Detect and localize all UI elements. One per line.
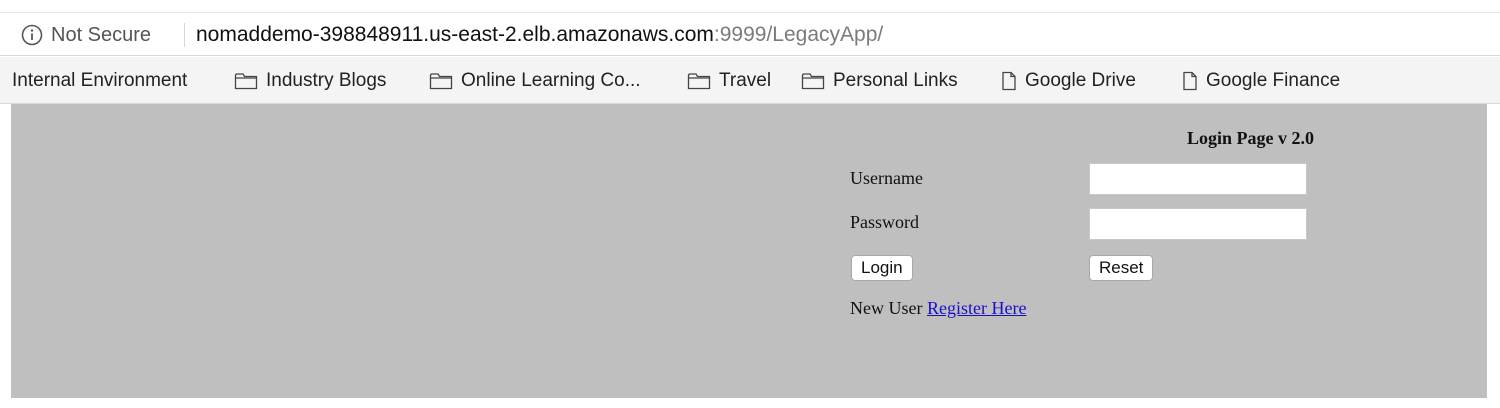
folder-icon — [801, 72, 825, 89]
security-label: Not Secure — [51, 23, 152, 46]
password-input[interactable] — [1089, 208, 1307, 240]
bookmark-label: Online Learning Co... — [461, 69, 641, 91]
bookmark-online-learning[interactable]: Online Learning Co... — [429, 57, 641, 104]
url-field[interactable]: nomaddemo-398848911.us-east-2.elb.amazon… — [196, 22, 883, 48]
bookmark-travel[interactable]: Travel — [687, 57, 771, 104]
bookmark-google-drive[interactable]: Google Drive — [1001, 57, 1136, 104]
bookmark-label: Industry Blogs — [266, 69, 387, 91]
url-path: :9999/LegacyApp/ — [713, 23, 884, 46]
bookmark-internal-environment[interactable]: Internal Environment — [12, 57, 187, 104]
page-content: Login Page v 2.0 Username Password Login… — [11, 104, 1487, 398]
register-link[interactable]: Register Here — [927, 298, 1026, 318]
info-icon — [21, 24, 43, 46]
bookmark-google-finance[interactable]: Google Finance — [1182, 57, 1340, 104]
bookmark-personal-links[interactable]: Personal Links — [801, 57, 958, 104]
security-indicator[interactable]: Not Secure — [21, 22, 151, 48]
folder-icon — [234, 72, 258, 89]
bookmarks-bar: Internal Environment Industry Blogs Onli… — [0, 57, 1500, 104]
bookmark-label: Internal Environment — [12, 69, 188, 91]
login-button[interactable]: Login — [851, 255, 913, 281]
bookmark-industry-blogs[interactable]: Industry Blogs — [234, 57, 386, 104]
bookmark-label: Personal Links — [833, 69, 958, 91]
bookmark-label: Google Drive — [1025, 69, 1136, 91]
reset-button[interactable]: Reset — [1089, 255, 1154, 281]
page-icon — [1002, 71, 1016, 90]
new-user-text: New User — [850, 298, 923, 318]
bookmark-label: Travel — [719, 69, 772, 91]
username-input[interactable] — [1089, 163, 1307, 195]
page-icon — [1183, 71, 1197, 90]
folder-icon — [429, 72, 453, 89]
folder-icon — [687, 72, 711, 89]
url-divider — [184, 23, 185, 47]
login-title: Login Page v 2.0 — [1187, 128, 1315, 148]
username-label: Username — [850, 168, 923, 188]
password-label: Password — [850, 212, 920, 232]
new-user-row: New User Register Here — [850, 298, 1026, 319]
url-host: nomaddemo-398848911.us-east-2.elb.amazon… — [196, 23, 714, 46]
bookmark-label: Google Finance — [1206, 69, 1341, 91]
address-bar[interactable]: Not Secure nomaddemo-398848911.us-east-2… — [0, 12, 1500, 56]
